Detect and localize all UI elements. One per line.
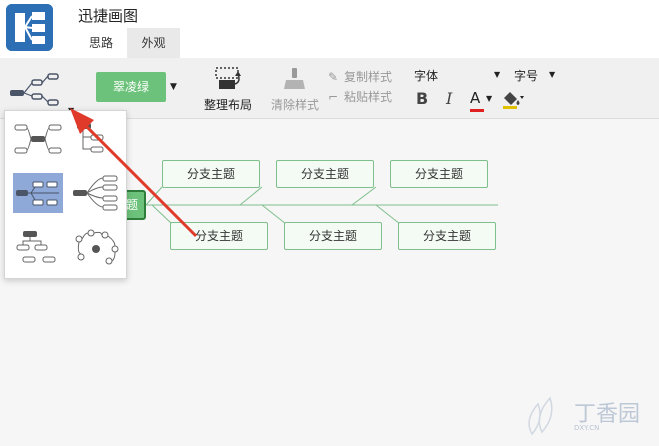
tree-table-layout-icon bbox=[16, 231, 56, 263]
fill-color-button[interactable] bbox=[500, 88, 526, 110]
font-size-select[interactable]: 字号 bbox=[514, 67, 538, 84]
italic-button[interactable]: I bbox=[446, 89, 452, 108]
arrange-layout-button[interactable]: 整理布局 bbox=[200, 66, 256, 114]
branch-topic-node[interactable]: 分支主题 bbox=[284, 222, 382, 250]
font-color-button[interactable]: A bbox=[470, 89, 480, 107]
app-title: 迅捷画图 bbox=[78, 7, 139, 25]
layout-option-fishbone[interactable] bbox=[13, 173, 63, 213]
paint-roller-icon: ⌐ bbox=[327, 90, 339, 104]
layout-option-org-tree[interactable] bbox=[71, 119, 121, 159]
clear-style-label: 清除样式 bbox=[270, 98, 319, 112]
clear-style-button[interactable]: 清除样式 bbox=[268, 66, 322, 114]
fishbone-layout-icon bbox=[16, 181, 59, 206]
org-tree-layout-icon bbox=[77, 123, 104, 153]
chevron-down-icon[interactable]: ▼ bbox=[549, 70, 555, 79]
font-color-swatch bbox=[470, 109, 484, 112]
paint-bucket-icon bbox=[503, 92, 524, 109]
copy-style-icon: ✎ bbox=[327, 70, 339, 84]
bold-button[interactable]: B bbox=[416, 89, 428, 108]
layout-option-tree-table[interactable] bbox=[13, 227, 63, 267]
branch-topic-node[interactable]: 分支主题 bbox=[170, 222, 268, 250]
theme-button[interactable]: 翠凌绿 bbox=[96, 72, 166, 102]
header: 迅捷画图 思路 外观 bbox=[0, 0, 659, 58]
branch-topic-node[interactable]: 分支主题 bbox=[162, 160, 260, 188]
font-family-select[interactable]: 字体 bbox=[414, 67, 438, 84]
brush-icon bbox=[284, 68, 305, 89]
mindmap-layout-icon bbox=[14, 124, 62, 154]
arrange-layout-icon bbox=[215, 67, 241, 89]
layout-option-logic-left[interactable] bbox=[71, 173, 121, 213]
logic-left-layout-icon bbox=[73, 175, 118, 211]
tab-siilu[interactable]: 思路 bbox=[78, 28, 124, 58]
layout-structure-icon bbox=[10, 73, 59, 106]
network-layout-icon bbox=[75, 229, 119, 265]
branch-topic-node[interactable]: 分支主题 bbox=[276, 160, 374, 188]
mindmap-logo-icon bbox=[6, 4, 53, 51]
chevron-down-icon[interactable]: ▼ bbox=[170, 82, 177, 92]
paste-style-button[interactable]: ⌐ 粘贴样式 bbox=[326, 88, 392, 106]
layout-option-mindmap[interactable] bbox=[13, 119, 63, 159]
chevron-down-icon[interactable]: ▼ bbox=[486, 94, 492, 103]
branch-topic-node[interactable]: 分支主题 bbox=[398, 222, 496, 250]
layout-picker-button[interactable]: ▼ bbox=[6, 66, 74, 115]
tab-waiguan[interactable]: 外观 bbox=[127, 28, 180, 58]
layout-dropdown-menu bbox=[4, 110, 127, 279]
layout-option-network[interactable] bbox=[71, 227, 121, 267]
arrange-layout-label: 整理布局 bbox=[203, 98, 252, 112]
copy-style-label: 复制样式 bbox=[344, 70, 393, 84]
chevron-down-icon[interactable]: ▼ bbox=[494, 70, 500, 79]
watermark-subtext: DXY.CN bbox=[574, 424, 600, 432]
app-window: 迅捷画图 思路 外观 ▼ 翠凌绿 ▼ bbox=[0, 0, 659, 446]
paste-style-label: 粘贴样式 bbox=[344, 90, 393, 104]
copy-style-button[interactable]: ✎ 复制样式 bbox=[326, 68, 392, 86]
branch-topic-node[interactable]: 分支主题 bbox=[390, 160, 488, 188]
